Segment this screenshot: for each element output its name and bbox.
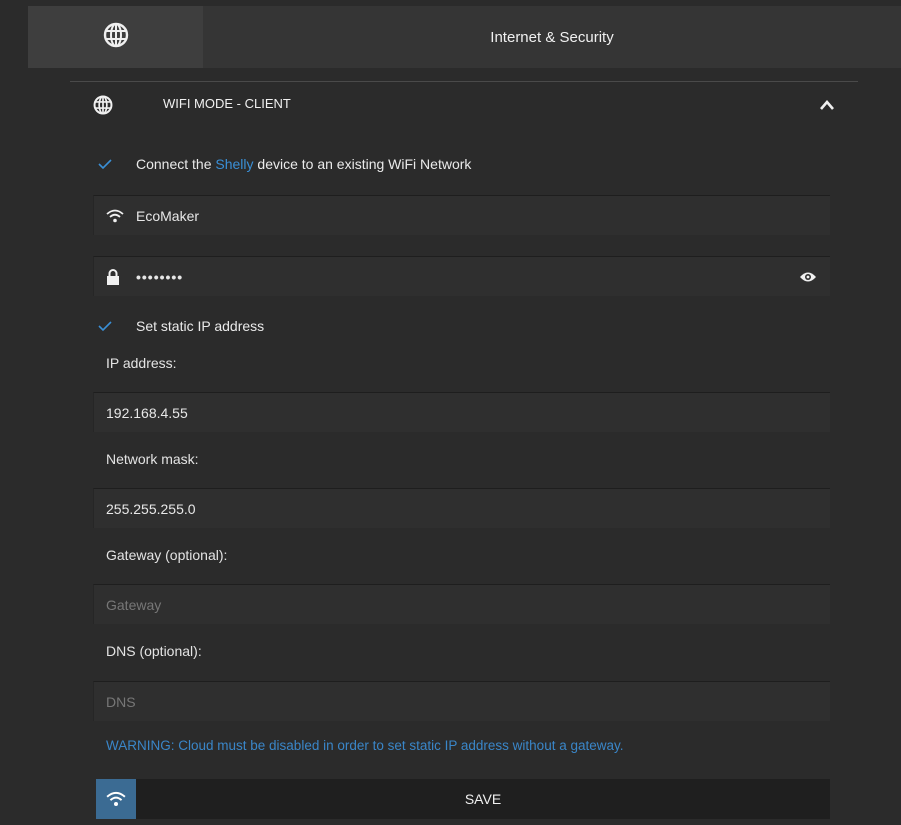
dns-input[interactable] — [94, 682, 830, 721]
network-mask-field — [93, 488, 830, 528]
eye-icon[interactable] — [796, 271, 820, 283]
header-bar: Internet & Security — [28, 6, 901, 68]
ip-address-input[interactable] — [94, 393, 830, 432]
static-ip-checkbox[interactable] — [96, 317, 114, 335]
page-title: Internet & Security — [490, 28, 614, 46]
gateway-field — [93, 584, 830, 624]
lock-icon — [106, 268, 136, 285]
chevron-up-icon[interactable] — [816, 94, 838, 116]
static-ip-row: Set static IP address — [96, 315, 264, 337]
ssid-field — [93, 195, 830, 235]
gateway-input[interactable] — [94, 585, 830, 624]
network-mask-label: Network mask: — [106, 451, 199, 467]
save-button[interactable]: SAVE — [136, 779, 830, 819]
connect-wifi-label: Connect the Shelly device to an existing… — [136, 156, 471, 172]
wifi-client-section-header[interactable]: WIFI MODE - CLIENT — [93, 92, 838, 118]
connect-wifi-checkbox[interactable] — [96, 155, 114, 173]
gateway-label: Gateway (optional): — [106, 547, 228, 563]
globe-icon — [93, 95, 113, 120]
wifi-icon — [96, 779, 136, 819]
static-ip-label: Set static IP address — [136, 318, 265, 334]
header-icon-tab[interactable] — [28, 6, 203, 68]
password-field: •••••••• — [93, 256, 830, 296]
connect-wifi-row: Connect the Shelly device to an existing… — [96, 153, 471, 175]
settings-panel: Internet & Security WIFI MODE - CLIENT C… — [0, 0, 901, 825]
save-bar: SAVE — [96, 779, 830, 819]
divider — [70, 81, 858, 82]
section-title: WIFI MODE - CLIENT — [163, 96, 291, 111]
password-input[interactable]: •••••••• — [136, 269, 796, 285]
wifi-icon — [106, 209, 136, 223]
ip-address-label: IP address: — [106, 355, 177, 371]
ssid-input[interactable] — [136, 196, 830, 235]
connect-label-suffix: device to an existing WiFi Network — [253, 156, 472, 172]
warning-text: WARNING: Cloud must be disabled in order… — [106, 738, 624, 753]
globe-icon — [103, 22, 129, 53]
dns-field — [93, 681, 830, 721]
brand-link[interactable]: Shelly — [215, 156, 253, 172]
dns-label: DNS (optional): — [106, 643, 202, 659]
ip-address-field — [93, 392, 830, 432]
network-mask-input[interactable] — [94, 489, 830, 528]
connect-label-prefix: Connect the — [136, 156, 216, 172]
